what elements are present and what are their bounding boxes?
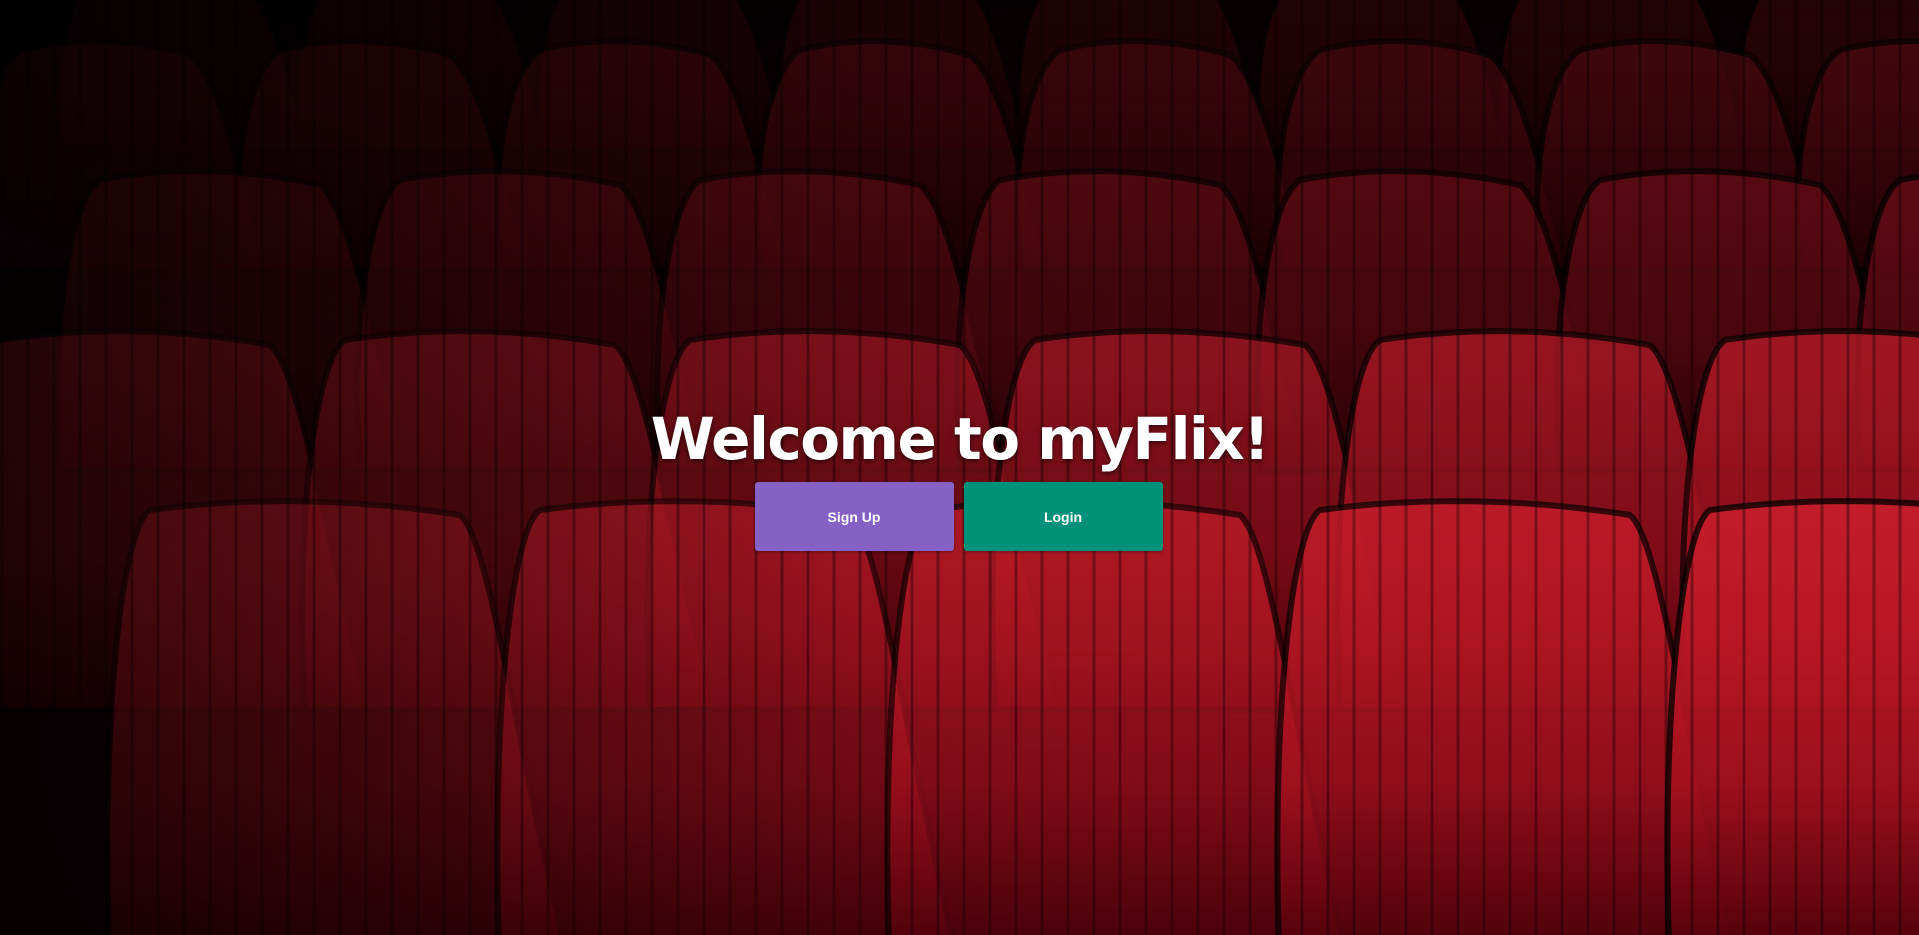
action-buttons: Sign Up Login xyxy=(0,482,1919,551)
welcome-page: Welcome to myFlix! Sign Up Login xyxy=(0,0,1919,935)
page-title: Welcome to myFlix! xyxy=(650,405,1270,473)
login-button[interactable]: Login xyxy=(963,482,1163,551)
seat-shape xyxy=(1664,498,1919,935)
sign-up-button[interactable]: Sign Up xyxy=(754,482,954,551)
hero-section: Welcome to myFlix! Sign Up Login xyxy=(0,400,1919,551)
